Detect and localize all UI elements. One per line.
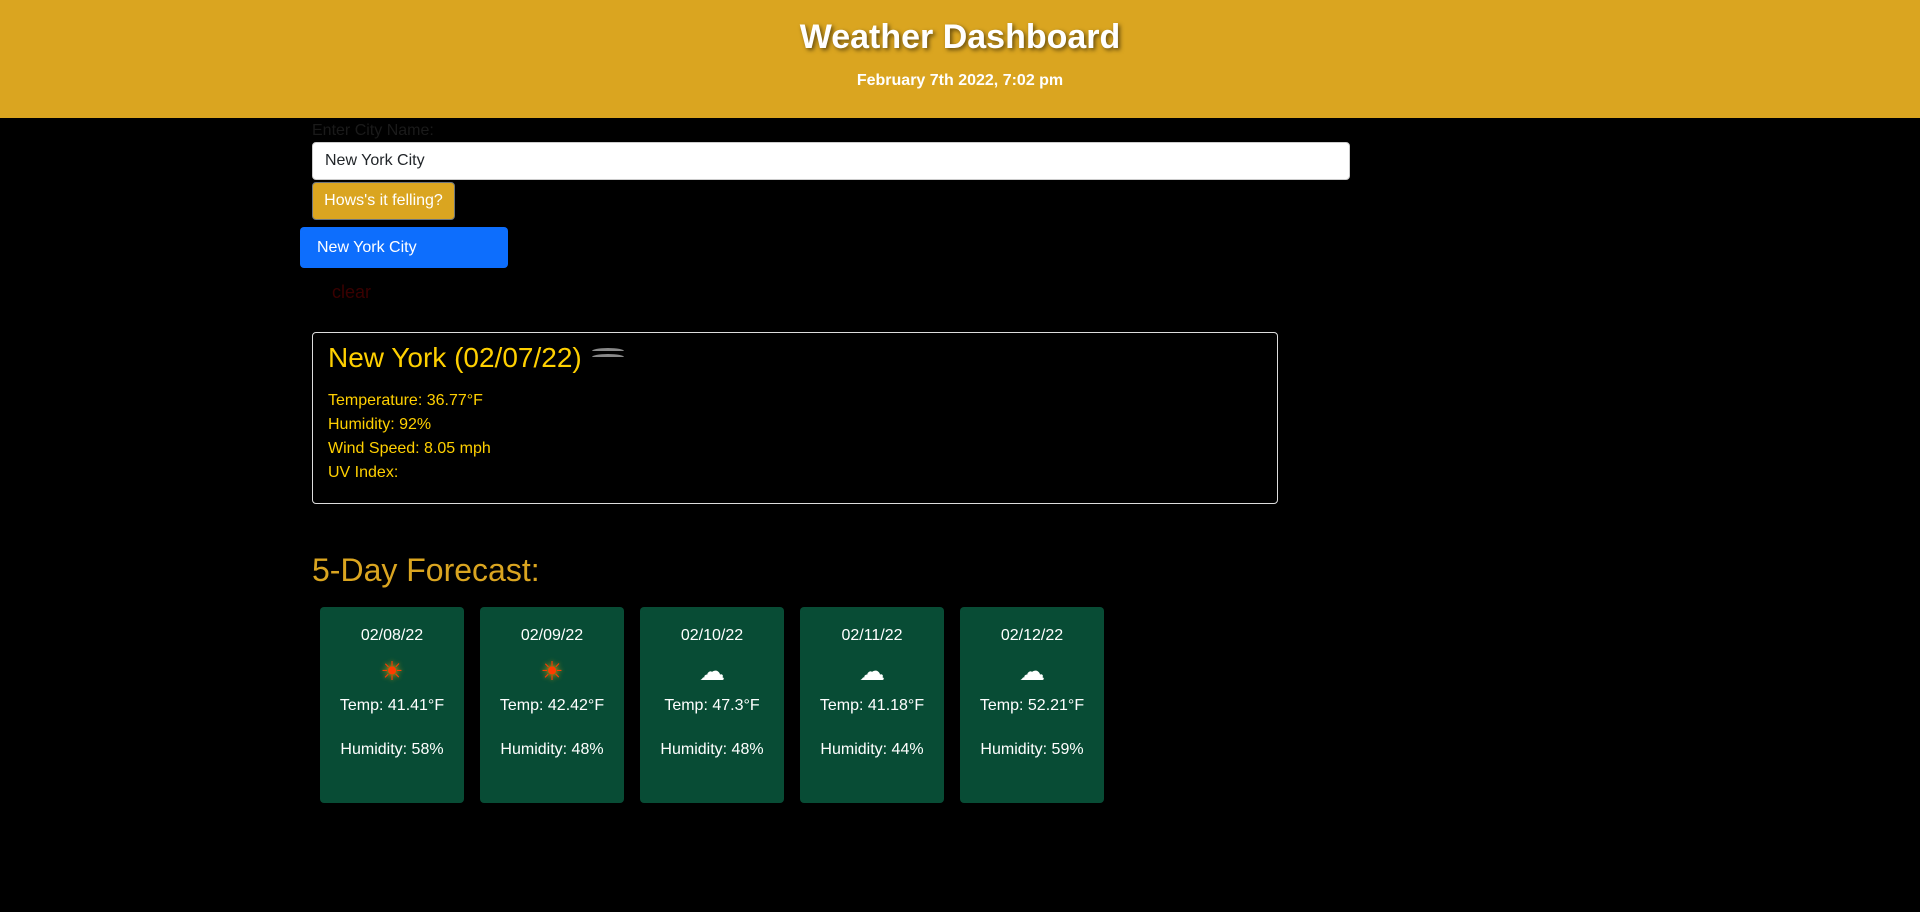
- forecast-card: 02/12/22 ☁ Temp: 52.21°F Humidity: 59%: [960, 607, 1104, 803]
- sun-icon: ☀: [380, 656, 404, 686]
- forecast-date: 02/12/22: [1000, 627, 1064, 644]
- forecast-card: 02/09/22 ☀ Temp: 42.42°F Humidity: 48%: [480, 607, 624, 803]
- mist-icon: [588, 346, 628, 370]
- forecast-card: 02/10/22 ☁ Temp: 47.3°F Humidity: 48%: [640, 607, 784, 803]
- forecast-date: 02/10/22: [680, 627, 744, 644]
- clear-history-link[interactable]: clear: [332, 282, 371, 303]
- current-city-title: New York (02/07/22): [328, 342, 582, 373]
- current-wind-speed: Wind Speed: 8.05 mph: [328, 440, 491, 457]
- forecast-temp: Temp: 52.21°F: [979, 697, 1085, 714]
- current-weather-details: Temperature: 36.77°F Humidity: 92% Wind …: [328, 389, 1262, 485]
- forecast-temp: Temp: 42.42°F: [499, 697, 605, 714]
- page-header: Weather Dashboard February 7th 2022, 7:0…: [0, 0, 1920, 118]
- sun-icon: ☀: [540, 656, 564, 686]
- forecast-card: 02/11/22 ☁ Temp: 41.18°F Humidity: 44%: [800, 607, 944, 803]
- forecast-humidity: Humidity: 44%: [820, 741, 924, 758]
- forecast-temp: Temp: 41.41°F: [339, 697, 445, 714]
- forecast-date: 02/11/22: [841, 627, 903, 644]
- forecast-humidity: Humidity: 48%: [660, 741, 764, 758]
- forecast-temp: Temp: 41.18°F: [819, 697, 925, 714]
- city-input-label: Enter City Name:: [312, 122, 434, 139]
- cloud-icon: ☁: [859, 656, 885, 686]
- current-uv-index: UV Index:: [328, 464, 399, 481]
- current-weather-card: New York (02/07/22) Temperature: 36.77°F…: [312, 332, 1278, 504]
- current-weather-heading: New York (02/07/22): [328, 339, 1262, 377]
- cloud-icon: ☁: [699, 656, 725, 686]
- forecast-date: 02/09/22: [520, 627, 584, 644]
- current-date: February 7th 2022, 7:02 pm: [856, 72, 1064, 89]
- search-button[interactable]: Hows's it felling?: [312, 182, 455, 220]
- forecast-humidity: Humidity: 58%: [340, 741, 444, 758]
- forecast-card: 02/08/22 ☀ Temp: 41.41°F Humidity: 58%: [320, 607, 464, 803]
- forecast-title: 5-Day Forecast:: [312, 552, 540, 588]
- current-temperature: Temperature: 36.77°F: [328, 392, 483, 409]
- forecast-temp: Temp: 47.3°F: [664, 697, 760, 714]
- forecast-humidity: Humidity: 48%: [500, 741, 604, 758]
- city-search-input[interactable]: [312, 142, 1350, 180]
- page-title: Weather Dashboard: [799, 18, 1121, 56]
- current-humidity: Humidity: 92%: [328, 416, 432, 433]
- history-item-new-york-city[interactable]: New York City: [300, 227, 508, 268]
- forecast-humidity: Humidity: 59%: [980, 741, 1084, 758]
- forecast-date: 02/08/22: [360, 627, 424, 644]
- cloud-icon: ☁: [1019, 656, 1045, 686]
